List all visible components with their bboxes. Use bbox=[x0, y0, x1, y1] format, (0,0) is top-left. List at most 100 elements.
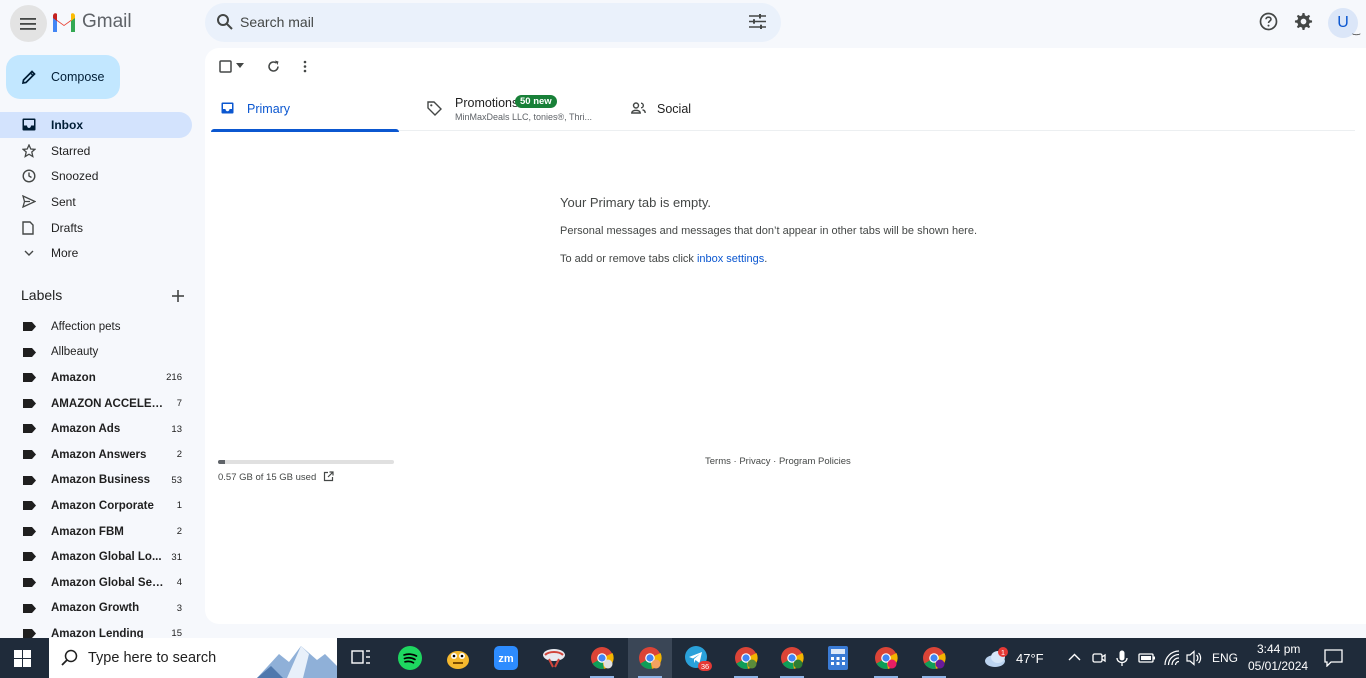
more-vert-icon[interactable] bbox=[303, 60, 307, 73]
chrome-app-3[interactable] bbox=[724, 638, 768, 678]
select-dropdown-icon[interactable] bbox=[236, 63, 244, 69]
clock-date[interactable]: 05/01/2024 bbox=[1248, 659, 1308, 673]
windows-start-icon[interactable] bbox=[14, 650, 31, 667]
privacy-link[interactable]: Privacy bbox=[739, 456, 770, 467]
nav-snoozed[interactable]: Snoozed bbox=[0, 163, 192, 189]
chrome-app-2[interactable] bbox=[628, 638, 672, 678]
label-item[interactable]: Amazon Growth 3 bbox=[0, 596, 205, 622]
label-item[interactable]: Amazon Global Lo... 31 bbox=[0, 544, 205, 570]
labels-list: Affection pets Allbeauty Amazon 216 AMAZON A… bbox=[0, 314, 205, 638]
task-view-app[interactable] bbox=[339, 638, 383, 678]
nav-drafts[interactable]: Drafts bbox=[0, 215, 192, 241]
search-input[interactable] bbox=[240, 11, 720, 33]
main-panel: Primary Promotions 50 new MinMaxDeals LL… bbox=[205, 48, 1366, 624]
label-name: Amazon bbox=[51, 371, 96, 384]
gmail-logo[interactable]: Gmail bbox=[51, 11, 132, 33]
nav-sent[interactable]: Sent bbox=[0, 189, 192, 215]
label-name: Amazon Business bbox=[51, 474, 151, 487]
label-tag-icon bbox=[23, 373, 36, 383]
meet-now-icon[interactable] bbox=[1091, 650, 1106, 666]
weather-cloud-icon[interactable]: 1 bbox=[983, 647, 1011, 669]
nav-label: Drafts bbox=[51, 220, 84, 235]
telegram-app[interactable]: 36 bbox=[676, 638, 720, 678]
draft-icon bbox=[22, 221, 34, 235]
create-label-plus-icon[interactable] bbox=[170, 288, 186, 304]
gmail-m-icon bbox=[53, 13, 75, 32]
notifications-icon[interactable] bbox=[1324, 649, 1343, 667]
tab-label: Primary bbox=[247, 102, 291, 116]
help-icon[interactable] bbox=[1259, 12, 1278, 31]
chevron-up-icon[interactable] bbox=[1068, 653, 1081, 661]
search-icon bbox=[61, 649, 78, 666]
zoom-app[interactable]: zm bbox=[484, 638, 528, 678]
chrome-app-1[interactable] bbox=[580, 638, 624, 678]
label-tag-icon bbox=[23, 603, 36, 613]
label-tag-icon bbox=[23, 322, 36, 331]
label-item[interactable]: Amazon 216 bbox=[0, 365, 205, 391]
label-item[interactable]: Amazon FBM 2 bbox=[0, 519, 205, 545]
label-item[interactable]: Amazon Ads 13 bbox=[0, 416, 205, 442]
select-checkbox-icon[interactable] bbox=[219, 60, 232, 73]
svg-text:zm: zm bbox=[498, 653, 514, 665]
open-in-new-icon[interactable] bbox=[323, 471, 334, 482]
label-tag-icon bbox=[23, 526, 36, 536]
label-item[interactable]: Allbeauty bbox=[0, 340, 205, 366]
search-options-icon[interactable] bbox=[749, 14, 766, 29]
chrome-icon bbox=[591, 647, 614, 669]
nav-label: More bbox=[51, 246, 79, 261]
search-icon[interactable] bbox=[216, 13, 234, 31]
label-item[interactable]: Amazon Lending 15 bbox=[0, 621, 205, 638]
chrome-app-4[interactable] bbox=[770, 638, 814, 678]
terms-link[interactable]: Terms bbox=[705, 456, 731, 467]
compose-button[interactable]: Compose bbox=[6, 55, 120, 99]
inbox-settings-link[interactable]: inbox settings bbox=[697, 253, 764, 265]
taskbar-search-box[interactable]: Type here to search bbox=[49, 638, 337, 678]
wifi-icon[interactable] bbox=[1164, 650, 1180, 666]
chrome-app-6[interactable] bbox=[912, 638, 956, 678]
storage-meter bbox=[218, 460, 394, 464]
chrome-icon bbox=[781, 647, 804, 669]
label-item[interactable]: Affection pets bbox=[0, 314, 205, 340]
label-tag-icon bbox=[23, 449, 36, 459]
label-item[interactable]: Amazon Business 53 bbox=[0, 468, 205, 494]
main-nav: Inbox Starred Snoozed Sent Drafts More bbox=[0, 112, 205, 266]
tab-promotions[interactable]: Promotions 50 new MinMaxDeals LLC, tonie… bbox=[417, 88, 607, 131]
promotions-senders: MinMaxDeals LLC, tonies®, Thri... bbox=[455, 112, 593, 122]
weather-temperature[interactable]: 47°F bbox=[1016, 651, 1044, 666]
nav-label: Sent bbox=[51, 194, 76, 209]
label-name: Amazon Lending bbox=[51, 627, 144, 638]
calculator-app[interactable] bbox=[816, 638, 860, 678]
label-tag-icon bbox=[23, 398, 36, 408]
input-language[interactable]: ENG bbox=[1212, 651, 1238, 665]
volume-icon[interactable] bbox=[1186, 650, 1203, 666]
send-icon bbox=[22, 195, 36, 209]
snipping-app[interactable] bbox=[532, 638, 576, 678]
task-view-icon bbox=[351, 650, 370, 664]
spotify-app[interactable] bbox=[388, 638, 432, 678]
program-policies-link[interactable]: Program Policies bbox=[779, 456, 851, 467]
account-avatar[interactable]: U ‿ bbox=[1328, 8, 1360, 38]
settings-gear-icon[interactable] bbox=[1294, 12, 1313, 31]
app-name: Gmail bbox=[82, 11, 132, 32]
nav-inbox[interactable]: Inbox bbox=[0, 112, 192, 138]
spotify-icon bbox=[398, 646, 422, 670]
label-name: Allbeauty bbox=[51, 346, 99, 359]
label-name: Affection pets bbox=[51, 320, 121, 333]
main-menu-button[interactable] bbox=[10, 5, 47, 42]
nav-starred[interactable]: Starred bbox=[0, 138, 192, 164]
tab-social[interactable]: Social bbox=[621, 88, 771, 131]
label-item[interactable]: Amazon Corporate 1 bbox=[0, 493, 205, 519]
battery-icon[interactable] bbox=[1138, 651, 1156, 665]
chrome-app-5[interactable] bbox=[864, 638, 908, 678]
microphone-icon[interactable] bbox=[1116, 650, 1128, 667]
storage-meter-fill bbox=[218, 460, 225, 464]
label-item[interactable]: AMAZON ACCELER... 7 bbox=[0, 391, 205, 417]
refresh-icon[interactable] bbox=[267, 60, 280, 73]
calculator-icon bbox=[828, 646, 848, 670]
bird-app[interactable] bbox=[436, 638, 480, 678]
clock-time[interactable]: 3:44 pm bbox=[1257, 642, 1300, 656]
nav-more[interactable]: More bbox=[0, 240, 192, 266]
label-item[interactable]: Amazon Answers 2 bbox=[0, 442, 205, 468]
label-item[interactable]: Amazon Global Sell... 4 bbox=[0, 570, 205, 596]
tab-primary[interactable]: Primary bbox=[211, 88, 399, 132]
